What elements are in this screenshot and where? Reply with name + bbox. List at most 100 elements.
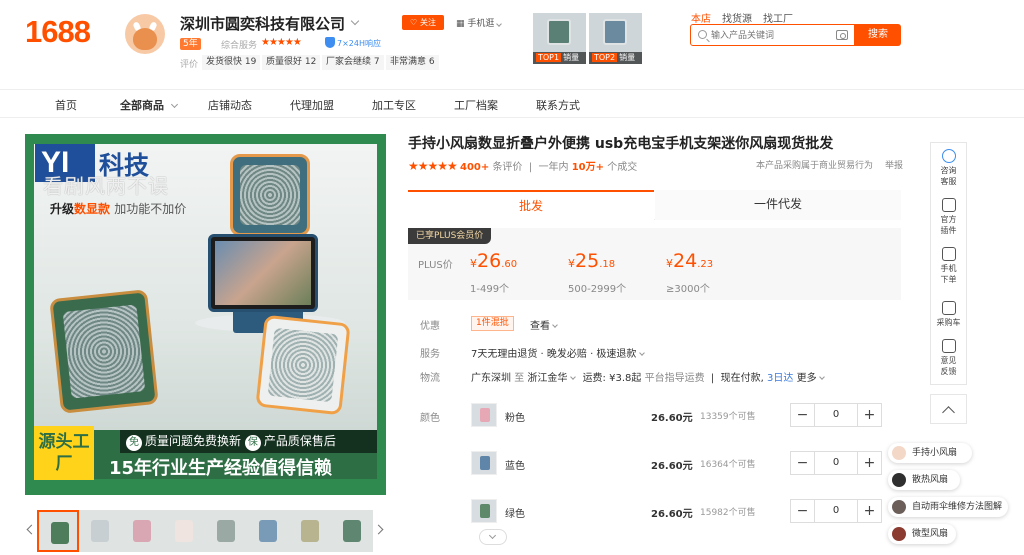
slogan-text: 15年行业生产经验值得信赖	[109, 458, 333, 479]
top-product-image-2[interactable]: TOP2 销量	[589, 13, 642, 64]
source-factory-badge: 源头工厂	[34, 426, 94, 480]
plus-icon[interactable]: +	[857, 500, 881, 522]
sidebar-item-plugin[interactable]: 官方插件	[931, 198, 966, 236]
nav-factory[interactable]: 工厂档案	[454, 97, 498, 113]
edit-icon	[941, 339, 956, 353]
eval-label: 评价	[180, 60, 199, 70]
shield-icon	[325, 37, 335, 48]
minus-icon[interactable]: −	[791, 404, 815, 426]
fan-image	[133, 520, 151, 542]
search-button[interactable]: 搜索	[855, 24, 901, 46]
plus-icon[interactable]: +	[857, 404, 881, 426]
minus-icon[interactable]: −	[791, 500, 815, 522]
sku-price: 26.60元	[651, 509, 693, 520]
thumbnail[interactable]	[121, 510, 163, 552]
report-link[interactable]: 举报	[885, 158, 903, 171]
promo-see-link[interactable]: 查看	[530, 317, 559, 332]
chevron-right-icon[interactable]	[373, 524, 384, 535]
tab-wholesale[interactable]: 批发	[408, 190, 654, 220]
service-text[interactable]: 7天无理由退货 · 晚发必赔 · 极速退款	[471, 345, 645, 360]
range-tier-2: 500-2999个	[568, 284, 627, 295]
thumbnail[interactable]	[37, 510, 79, 552]
sku-stock: 15982个可售	[700, 508, 756, 518]
nav-contact[interactable]: 联系方式	[536, 97, 580, 113]
search-suggestion[interactable]: 自动雨伞维修方法图解	[888, 497, 1008, 517]
search-suggestion[interactable]: 微型风扇	[888, 524, 956, 544]
site-logo[interactable]: 1688	[25, 14, 91, 50]
chevron-left-icon[interactable]	[26, 524, 37, 535]
qrcode-icon	[941, 247, 956, 261]
nav-processing[interactable]: 加工专区	[372, 97, 416, 113]
price-int: 26	[477, 250, 502, 272]
top-tag: TOP2	[592, 53, 618, 62]
sidebar-item-label: 意见反馈	[940, 356, 957, 376]
sku-name: 绿色	[505, 509, 525, 520]
yen-symbol: ¥	[568, 257, 575, 270]
nav-news[interactable]: 店铺动态	[208, 97, 252, 113]
deals-label: 个成交	[607, 162, 638, 173]
nav-all-products[interactable]: 全部商品	[120, 97, 178, 113]
thumbnail[interactable]	[163, 510, 205, 552]
search-suggestion[interactable]: 散热风扇	[888, 470, 960, 490]
rating-row: ★★★★★ 400+ 条评价 | 一年内 10万+ 个成交	[408, 159, 638, 173]
thumbnail[interactable]	[247, 510, 289, 552]
chevron-down-icon[interactable]	[570, 374, 577, 380]
chevron-down-icon[interactable]	[350, 16, 360, 26]
quality-bar: 免质量问题免费换新 保产品质保售后	[120, 430, 377, 453]
camera-icon[interactable]	[836, 30, 848, 40]
follow-button[interactable]: ♡ 关注	[402, 15, 444, 30]
nav-agency[interactable]: 代理加盟	[290, 97, 334, 113]
yen-symbol: ¥	[470, 257, 477, 270]
fan-image	[343, 520, 361, 542]
sku-image[interactable]	[471, 403, 497, 427]
minus-icon[interactable]: −	[791, 452, 815, 474]
price-dec: .23	[697, 259, 714, 270]
sidebar-item-mobile[interactable]: 手机下单	[931, 247, 966, 285]
sku-image[interactable]	[471, 499, 497, 523]
tab-dropship[interactable]: 一件代发	[655, 190, 901, 220]
back-to-top-button[interactable]	[930, 394, 967, 424]
promo-label: 优惠	[420, 321, 440, 332]
thumbnail[interactable]	[205, 510, 247, 552]
quantity-input[interactable]: 0	[815, 452, 857, 474]
ship-to[interactable]: 浙江金华	[527, 373, 567, 384]
quantity-input[interactable]: 0	[815, 404, 857, 426]
plus-icon[interactable]: +	[857, 452, 881, 474]
chevron-down-icon[interactable]	[818, 374, 825, 380]
fan-image	[259, 520, 277, 542]
shop-name[interactable]: 深圳市圆奕科技有限公司	[180, 13, 345, 34]
sidebar-item-feedback[interactable]: 意见反馈	[931, 339, 966, 377]
heart-icon: ♡	[409, 18, 418, 27]
thumbnail[interactable]	[289, 510, 331, 552]
thumbnail[interactable]	[331, 510, 373, 552]
mobile-browse-link[interactable]: ▦ 手机逛	[456, 16, 503, 29]
logistics-label: 物流	[420, 373, 440, 384]
thumbnail[interactable]	[79, 510, 121, 552]
price-tier-2: ¥25.18	[568, 250, 615, 272]
sku-image[interactable]	[471, 451, 497, 475]
search-icon	[698, 30, 707, 39]
follow-label: 关注	[420, 18, 437, 27]
phone-image	[208, 234, 318, 312]
eval-tag: 发货很快 19	[202, 55, 261, 70]
top-product-image-1[interactable]: TOP1 销量	[533, 13, 586, 64]
expand-skus-button[interactable]	[479, 529, 507, 545]
nav-home[interactable]: 首页	[55, 97, 77, 113]
trade-note: 本产品采购属于商业贸易行为	[756, 161, 874, 171]
search-input[interactable]	[711, 25, 841, 45]
sidebar-item-cart[interactable]: 采购车	[931, 301, 966, 328]
ship-more[interactable]: 更多	[797, 373, 817, 384]
quantity-input[interactable]: 0	[815, 500, 857, 522]
reviews-count[interactable]: 400+	[460, 162, 489, 173]
search-suggestion[interactable]: 手持小风扇	[888, 443, 972, 463]
purchase-tabs: 批发 一件代发	[408, 190, 901, 220]
see-label: 查看	[530, 321, 550, 332]
chevron-down-icon	[496, 21, 503, 27]
service-guarantees: 7天无理由退货 · 晚发必赔 · 极速退款	[471, 349, 637, 360]
sidebar-item-service[interactable]: 咨询客服	[931, 149, 966, 187]
sidebar-item-label: 官方插件	[940, 215, 957, 235]
main-product-image[interactable]: YI 科技 看剧风两不误 升级数显款 加功能不加价 免质量问题免费换新 保产品质…	[25, 134, 386, 495]
watermark-text: 看剧风两不误	[43, 174, 169, 198]
reviews-label: 条评价	[492, 162, 523, 173]
shop-avatar[interactable]	[125, 14, 165, 54]
